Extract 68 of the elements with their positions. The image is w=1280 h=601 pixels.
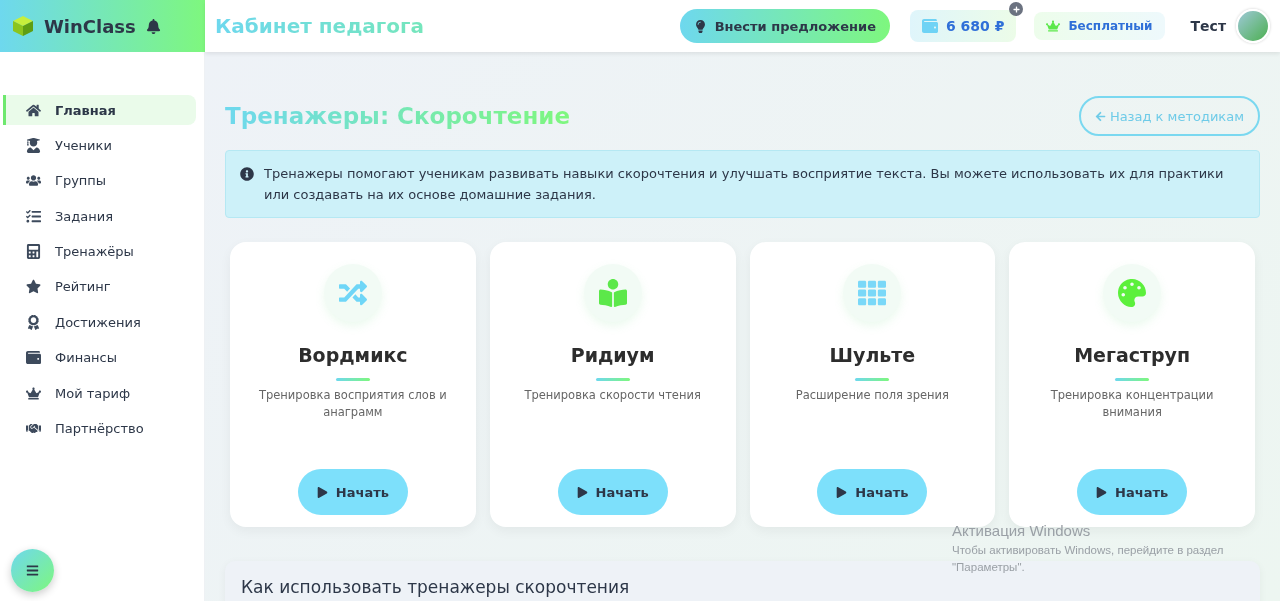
sidebar-label: Достижения	[55, 314, 141, 330]
user-name: Тест	[1190, 18, 1226, 34]
graduate-icon	[26, 137, 41, 153]
lightbulb-icon	[693, 19, 707, 33]
sidebar-item[interactable]: Рейтинг	[3, 271, 196, 302]
sidebar-item[interactable]: Достижения	[3, 307, 196, 338]
calculator-icon	[26, 244, 41, 260]
plan-chip[interactable]: Бесплатный	[1034, 12, 1165, 40]
checklist-icon	[26, 208, 41, 224]
sidebar-item[interactable]: Партнёрство	[3, 413, 196, 444]
sidebar-item[interactable]: Главная	[3, 95, 196, 125]
card-title: Ридиум	[570, 344, 655, 366]
sidebar-label: Финансы	[55, 350, 118, 366]
play-icon	[1096, 486, 1108, 498]
sidebar-label: Главная	[55, 102, 116, 118]
card-description: Тренировка восприятия слов и анаграмм	[257, 387, 448, 421]
menu-icon	[26, 564, 39, 577]
play-icon	[836, 486, 848, 498]
sidebar-label: Партнёрство	[55, 421, 144, 436]
plus-icon[interactable]	[1009, 2, 1024, 16]
plan-label: Бесплатный	[1068, 19, 1153, 33]
balance-amount: 6 680 ₽	[945, 18, 1005, 34]
balance-chip[interactable]: 6 680 ₽	[909, 10, 1017, 42]
handshake-icon	[26, 421, 41, 436]
card-title: Мегаструп	[1074, 344, 1191, 366]
card-description: Расширение поля зрения	[794, 387, 950, 404]
arrow-left-icon	[1094, 110, 1106, 122]
menu-button[interactable]	[11, 549, 54, 592]
info-text: Тренажеры помогают ученикам развивать навыки скорочтения и улучшать восприятие текста. Вы можете использовать их для практики или создавать на их основе домашние задания.	[264, 165, 1225, 204]
card-title: Шульте	[829, 344, 916, 366]
award-icon	[26, 314, 41, 330]
sidebar-item[interactable]: Финансы	[3, 342, 196, 373]
activation-title: Активация Windows	[952, 522, 1092, 539]
sidebar-item[interactable]: Ученики	[3, 130, 196, 161]
sidebar-item[interactable]: Мой тариф	[3, 378, 196, 409]
sidebar-label: Тренажёры	[55, 244, 134, 260]
howto-title: Как использовать тренажеры скорочтения	[241, 577, 631, 597]
sidebar-item[interactable]: Задания	[3, 201, 196, 232]
card-description: Тренировка концентрации внимания	[1049, 387, 1215, 421]
info-icon	[240, 167, 254, 181]
suggest-button[interactable]: Внести предложение	[679, 9, 890, 43]
wallet-icon	[26, 350, 41, 366]
home-icon	[26, 102, 41, 118]
sidebar-label: Задания	[55, 208, 114, 224]
star-icon	[26, 279, 41, 295]
avatar[interactable]	[1236, 9, 1270, 43]
start-button[interactable]: Начать	[297, 469, 408, 515]
sidebar-label: Группы	[55, 173, 107, 189]
start-button[interactable]: Начать	[1077, 469, 1188, 515]
sidebar-label: Ученики	[55, 137, 112, 153]
cube-icon	[12, 15, 34, 37]
bell-icon[interactable]	[145, 18, 161, 34]
users-icon	[26, 173, 41, 189]
play-icon	[576, 486, 588, 498]
crown-icon	[1046, 19, 1061, 33]
wallet-icon	[921, 18, 938, 34]
start-button[interactable]: Начать	[557, 469, 668, 515]
activation-text: Чтобы активировать Windows, перейдите в раздел "Параметры".	[952, 543, 1225, 575]
brand-name: WinClass	[44, 15, 136, 37]
crown-icon	[26, 385, 41, 401]
play-icon	[316, 486, 328, 498]
card-description: Тренировка скорости чтения	[523, 387, 702, 404]
sidebar-label: Рейтинг	[55, 279, 111, 295]
sidebar-label: Мой тариф	[55, 385, 131, 401]
sidebar-item[interactable]: Тренажёры	[3, 236, 196, 267]
start-button[interactable]: Начать	[817, 469, 928, 515]
sidebar-item[interactable]: Группы	[3, 165, 196, 196]
card-title: Вордмикс	[298, 344, 408, 366]
